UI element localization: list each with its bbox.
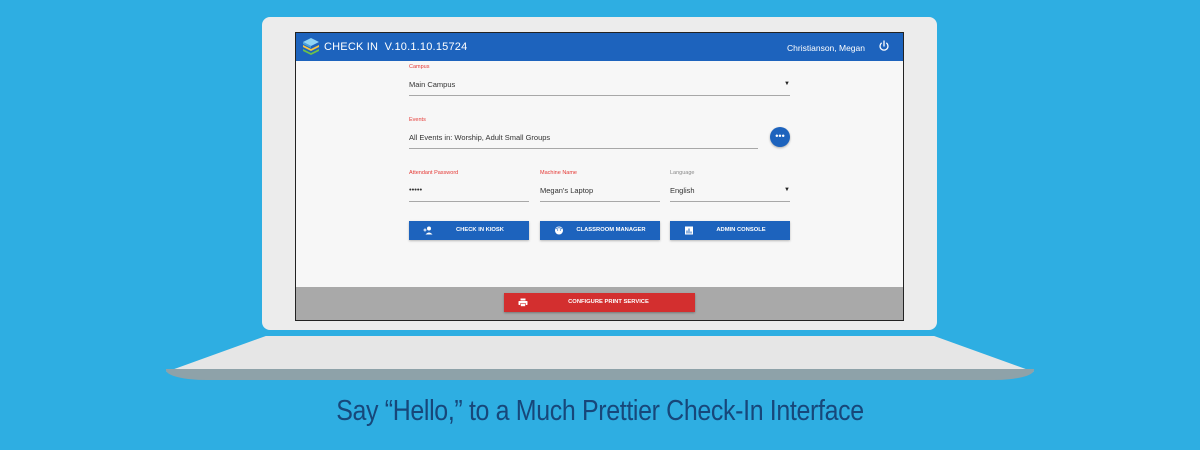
campus-label: Campus — [409, 64, 430, 70]
classroom-manager-button[interactable]: CLASSROOM MANAGER — [540, 221, 660, 240]
laptop-screen: CHECK IN V.10.1.10.15724 Christianson, M… — [295, 32, 904, 321]
events-field[interactable]: Events All Events in: Worship, Adult Sma… — [409, 117, 758, 149]
attendant-password-label: Attendant Password — [409, 170, 459, 176]
power-icon[interactable] — [878, 40, 890, 52]
chart-icon — [685, 226, 693, 235]
events-label: Events — [409, 117, 426, 123]
admin-console-label: ADMIN CONSOLE — [716, 227, 766, 233]
attendant-password-value: ••••• — [409, 185, 423, 194]
printer-icon — [518, 298, 528, 307]
attendant-password-underline — [409, 201, 529, 202]
events-underline — [409, 148, 758, 149]
face-icon — [555, 226, 563, 235]
app-title: CHECK IN V.10.1.10.15724 — [324, 41, 468, 53]
admin-console-button[interactable]: ADMIN CONSOLE — [670, 221, 790, 240]
campus-underline — [409, 95, 790, 96]
app-bar: CHECK IN V.10.1.10.15724 Christianson, M… — [296, 33, 903, 61]
events-more-button[interactable]: ••• — [770, 127, 790, 147]
attendant-password-field[interactable]: Attendant Password ••••• — [409, 170, 529, 202]
check-in-kiosk-button[interactable]: CHECK IN KIOSK — [409, 221, 529, 240]
check-in-kiosk-label: CHECK IN KIOSK — [456, 227, 504, 233]
tagline: Say “Hello,” to a Much Prettier Check-In… — [336, 395, 864, 427]
caret-down-icon[interactable]: ▼ — [784, 81, 790, 87]
language-label: Language — [670, 170, 695, 176]
machine-name-underline — [540, 201, 660, 202]
footer-bar: CONFIGURE PRINT SERVICE — [296, 287, 903, 320]
stacked-layers-icon — [303, 38, 319, 55]
language-field[interactable]: Language English ▼ — [670, 170, 790, 202]
machine-name-label: Machine Name — [540, 170, 577, 176]
events-value: All Events in: Worship, Adult Small Grou… — [409, 133, 551, 142]
laptop-base-edge — [166, 369, 1034, 380]
language-underline — [670, 201, 790, 202]
configure-print-service-button[interactable]: CONFIGURE PRINT SERVICE — [504, 293, 695, 312]
campus-value: Main Campus — [409, 80, 456, 89]
configure-print-service-label: CONFIGURE PRINT SERVICE — [568, 299, 649, 305]
classroom-manager-label: CLASSROOM MANAGER — [576, 227, 646, 233]
machine-name-value: Megan's Laptop — [540, 186, 594, 195]
laptop-base — [166, 336, 1034, 372]
caret-down-icon[interactable]: ▼ — [784, 187, 790, 193]
language-value: English — [670, 186, 695, 195]
campus-field[interactable]: Campus Main Campus ▼ — [409, 64, 790, 96]
user-name[interactable]: Christianson, Megan — [787, 43, 865, 53]
add-person-icon — [423, 226, 433, 235]
machine-name-field[interactable]: Machine Name Megan's Laptop — [540, 170, 660, 202]
